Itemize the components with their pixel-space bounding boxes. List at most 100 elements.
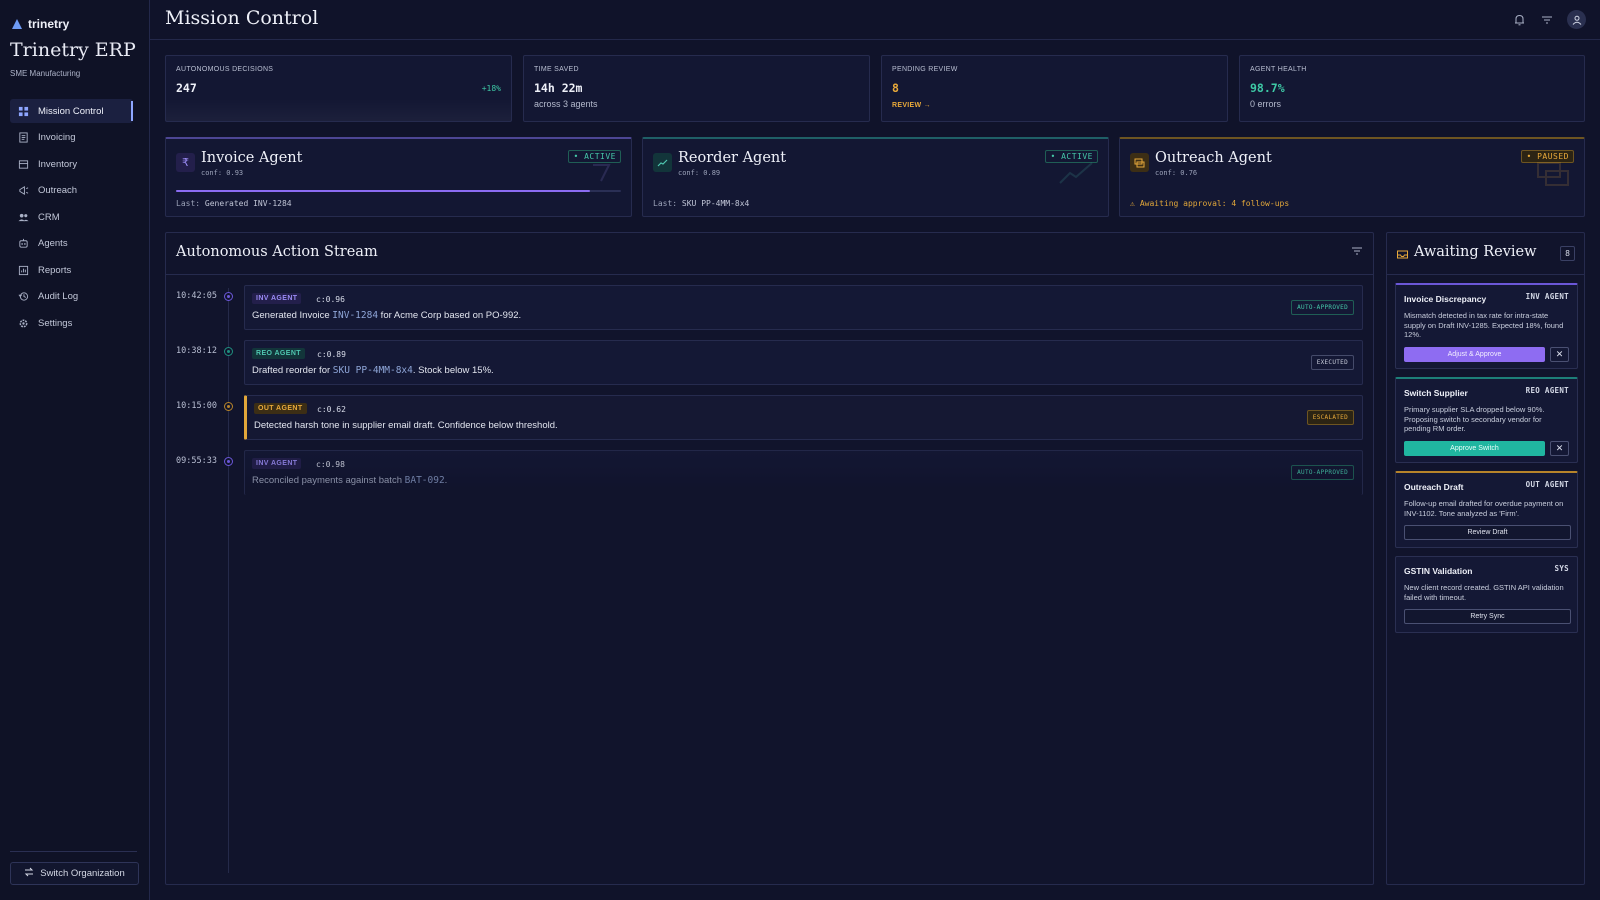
review-card-description: Mismatch detected in tax rate for intra-…	[1404, 311, 1564, 339]
logo-triangle-icon	[12, 19, 22, 29]
review-draft-button[interactable]: Review Draft	[1404, 525, 1571, 540]
event-confidence: c:0.98	[316, 460, 345, 469]
sidebar: trinetry Trinetry ERP SME Manufacturing …	[0, 0, 150, 900]
stat-value: 98.7%	[1250, 81, 1285, 95]
sidebar-item-crm[interactable]: CRM	[10, 205, 133, 229]
close-icon[interactable]: ✕	[1550, 441, 1569, 456]
filter-icon[interactable]	[1539, 12, 1555, 28]
sidebar-item-settings[interactable]: Settings	[10, 311, 133, 335]
stat-value: 247	[176, 81, 197, 95]
timeline-dot	[224, 347, 233, 356]
stream-event: 09:55:33 INV AGENT c:0.98 Reconciled pay…	[166, 450, 1373, 496]
sidebar-item-label: Audit Log	[38, 291, 79, 302]
sidebar-divider	[10, 851, 137, 852]
review-card-tag: OUT AGENT	[1525, 480, 1569, 489]
review-card-outreach-draft: Outreach Draft OUT AGENT Follow-up email…	[1395, 471, 1578, 548]
agent-last-action: Last: SKU PP-4MM-8x4	[653, 199, 750, 208]
review-card-switch-supplier: Switch Supplier REO AGENT Primary suppli…	[1395, 377, 1578, 463]
event-time: 09:55:33	[176, 456, 217, 466]
brand-name: trinetry	[28, 17, 70, 31]
arrow-right-icon: →	[923, 102, 931, 109]
review-link-label: REVIEW	[892, 102, 922, 109]
sidebar-item-label: Mission Control	[38, 105, 104, 117]
stat-agent-health: AGENT HEALTH 98.7% 0 errors	[1239, 55, 1585, 122]
review-card-title: GSTIN Validation	[1404, 566, 1473, 576]
sidebar-item-agents[interactable]: Agents	[10, 232, 133, 256]
sidebar-item-outreach[interactable]: Outreach	[10, 179, 133, 203]
stat-value: 8	[892, 81, 899, 95]
agent-name: Outreach Agent	[1155, 150, 1272, 166]
review-card-title: Switch Supplier	[1404, 388, 1468, 398]
agent-card-outreach[interactable]: Outreach Agent conf: 0.76 • PAUSED ⚠ Awai…	[1119, 137, 1585, 217]
agent-progress-bar	[176, 190, 621, 192]
agent-tag: INV AGENT	[252, 458, 302, 469]
review-card-tag: REO AGENT	[1525, 386, 1569, 395]
event-time: 10:38:12	[176, 346, 217, 356]
event-message: Drafted reorder for SKU PP-4MM-8x4. Stoc…	[252, 365, 494, 376]
event-card[interactable]: OUT AGENT c:0.62 Detected harsh tone in …	[244, 395, 1363, 440]
approve-switch-button[interactable]: Approve Switch	[1404, 441, 1545, 456]
action-stream-header: Autonomous Action Stream	[166, 233, 1373, 275]
filter-icon[interactable]	[1351, 245, 1363, 259]
sidebar-item-reports[interactable]: Reports	[10, 258, 133, 282]
robot-icon	[18, 238, 29, 249]
stat-label: PENDING REVIEW	[892, 66, 958, 73]
sidebar-item-label: Inventory	[38, 158, 78, 170]
review-card-title: Invoice Discrepancy	[1404, 294, 1487, 304]
inbox-icon	[1397, 248, 1408, 262]
box-icon	[18, 159, 29, 170]
org-subtitle: SME Manufacturing	[10, 69, 81, 78]
switch-organization-button[interactable]: Switch Organization	[10, 862, 139, 885]
user-avatar[interactable]	[1567, 10, 1586, 29]
timeline-dot-core	[227, 460, 230, 463]
review-card-gstin-validation: GSTIN Validation SYS New client record c…	[1395, 556, 1578, 633]
chat-icon	[1130, 153, 1149, 172]
stream-event: 10:15:00 OUT AGENT c:0.62 Detected harsh…	[166, 395, 1373, 441]
bell-icon[interactable]	[1511, 12, 1527, 28]
agent-name: Reorder Agent	[678, 150, 787, 166]
event-card[interactable]: INV AGENT c:0.96 Generated Invoice INV-1…	[244, 285, 1363, 330]
sidebar-item-inventory[interactable]: Inventory	[10, 152, 133, 176]
review-card-description: Primary supplier SLA dropped below 90%. …	[1404, 405, 1545, 433]
event-confidence: c:0.62	[317, 405, 346, 414]
sidebar-item-audit-log[interactable]: Audit Log	[10, 285, 133, 309]
document-icon	[18, 132, 29, 143]
agent-confidence: conf: 0.89	[678, 169, 721, 177]
agent-last-action: Last: Generated INV-1284	[176, 199, 292, 208]
retry-sync-button[interactable]: Retry Sync	[1404, 609, 1571, 624]
close-icon[interactable]: ✕	[1550, 347, 1569, 362]
sidebar-item-invoicing[interactable]: Invoicing	[10, 126, 133, 150]
switch-organization-label: Switch Organization	[40, 868, 125, 879]
app-title: Trinetry ERP	[10, 39, 136, 61]
sidebar-item-mission-control[interactable]: Mission Control	[10, 99, 133, 123]
agent-card-reorder[interactable]: Reorder Agent conf: 0.89 • ACTIVE Last: …	[642, 137, 1109, 217]
review-link[interactable]: REVIEW →	[892, 102, 931, 109]
review-count-badge: 8	[1560, 246, 1575, 261]
adjust-approve-button[interactable]: Adjust & Approve	[1404, 347, 1545, 362]
event-card[interactable]: INV AGENT c:0.98 Reconciled payments aga…	[244, 450, 1363, 495]
stream-event: 10:38:12 REO AGENT c:0.89 Drafted reorde…	[166, 340, 1373, 386]
review-card-description: Follow-up email drafted for overdue paym…	[1404, 499, 1564, 518]
header-actions	[1511, 10, 1586, 29]
history-icon	[18, 291, 29, 302]
stat-label: TIME SAVED	[534, 66, 579, 73]
event-status-badge: AUTO-APPROVED	[1291, 300, 1354, 315]
agent-card-invoice[interactable]: ₹ Invoice Agent conf: 0.93 • ACTIVE Last…	[165, 137, 632, 217]
agent-watermark-icon	[1537, 162, 1569, 186]
stat-time-saved: TIME SAVED 14h 22m across 3 agents	[523, 55, 870, 122]
swap-icon	[24, 867, 34, 880]
stat-label: AUTONOMOUS DECISIONS	[176, 66, 274, 73]
timeline-dot	[224, 457, 233, 466]
agent-name: Invoice Agent	[201, 150, 303, 166]
stat-sparkline-glow	[166, 99, 511, 121]
review-card-tag: INV AGENT	[1525, 292, 1569, 301]
review-card-invoice-discrepancy: Invoice Discrepancy INV AGENT Mismatch d…	[1395, 283, 1578, 369]
agent-confidence: conf: 0.76	[1155, 169, 1198, 177]
brand-logo[interactable]: trinetry	[12, 17, 69, 31]
sidebar-item-label: Settings	[38, 317, 73, 329]
event-status-badge: AUTO-APPROVED	[1291, 465, 1354, 480]
event-confidence: c:0.96	[316, 295, 345, 304]
agent-warning: ⚠ Awaiting approval: 4 follow-ups	[1130, 199, 1290, 208]
event-message: Reconciled payments against batch BAT-09…	[252, 475, 448, 486]
event-card[interactable]: REO AGENT c:0.89 Drafted reorder for SKU…	[244, 340, 1363, 385]
